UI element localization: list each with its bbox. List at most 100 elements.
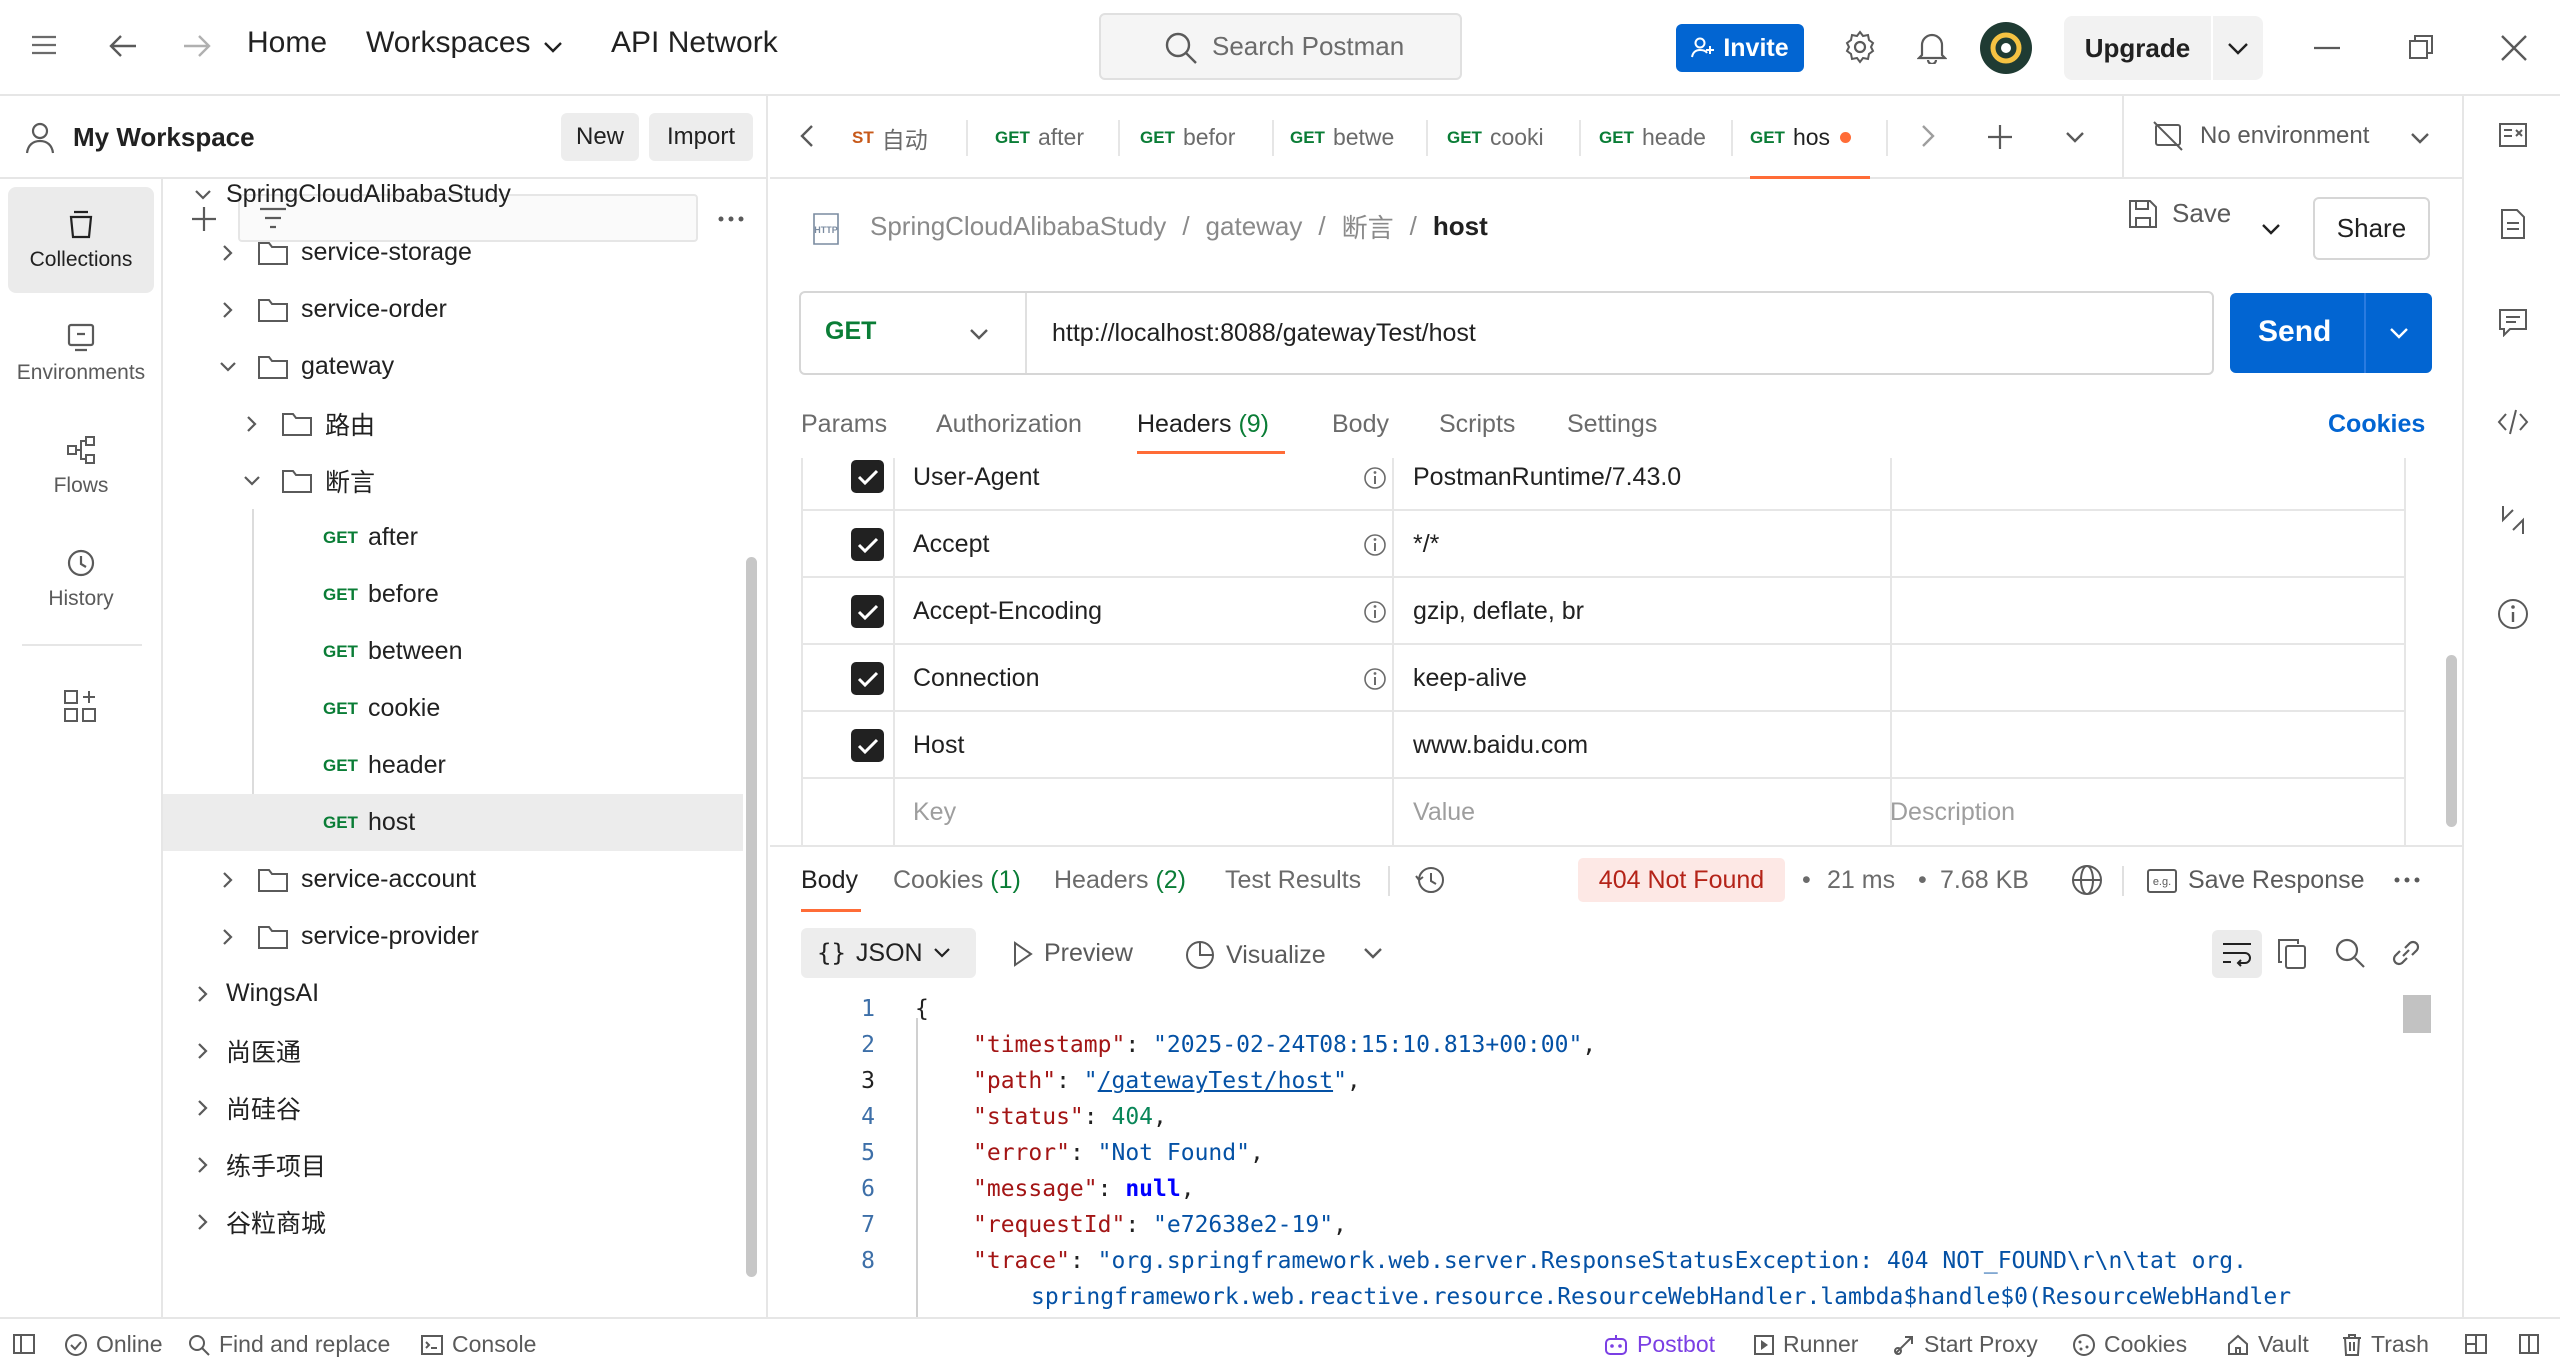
search-input[interactable]: Search Postman: [1099, 13, 1462, 80]
upgrade-button[interactable]: Upgrade: [2064, 16, 2211, 80]
response-time[interactable]: 21 ms: [1827, 866, 1895, 895]
json-link-value[interactable]: /gatewayTest/host: [1098, 1068, 1333, 1094]
send-dropdown-icon[interactable]: [2389, 326, 2409, 340]
toggle-sidebar-icon[interactable]: [12, 1333, 36, 1355]
info-icon[interactable]: [1363, 600, 1387, 624]
help-icon[interactable]: [2518, 1333, 2540, 1355]
rail-flows[interactable]: Flows: [8, 413, 154, 519]
home-link[interactable]: Home: [247, 26, 327, 60]
new-button[interactable]: New: [561, 113, 639, 161]
response-tab-cookies[interactable]: Cookies (1): [893, 866, 1021, 895]
minimize-window-icon[interactable]: [2314, 46, 2340, 50]
workspaces-menu[interactable]: Workspaces: [366, 26, 531, 60]
vault-button[interactable]: Vault: [2226, 1331, 2309, 1358]
tab-request[interactable]: GET betwe: [1290, 96, 1408, 179]
documentation-icon[interactable]: [2500, 208, 2526, 240]
tree-request-before[interactable]: GET before: [163, 566, 743, 623]
breadcrumb-collection[interactable]: SpringCloudAlibabaStudy: [870, 211, 1166, 242]
workspaces-chevron-icon[interactable]: [543, 40, 563, 54]
code-icon[interactable]: [2497, 408, 2529, 436]
api-network-link[interactable]: API Network: [611, 26, 778, 60]
tab-scripts[interactable]: Scripts: [1439, 410, 1515, 439]
save-dropdown-icon[interactable]: [2261, 222, 2281, 236]
header-key[interactable]: Connection: [913, 645, 1039, 712]
breadcrumb-folder[interactable]: 断言: [1342, 208, 1394, 245]
tree-collection[interactable]: 尚硅谷: [163, 1079, 743, 1136]
editor-minimap-thumb[interactable]: [2403, 995, 2431, 1033]
close-window-icon[interactable]: [2500, 34, 2528, 62]
tree-folder-gateway[interactable]: gateway: [163, 338, 743, 395]
tree-folder-predicates[interactable]: 断言: [163, 452, 743, 509]
preview-button[interactable]: Preview: [1012, 939, 1133, 968]
header-value[interactable]: www.baidu.com: [1413, 712, 1588, 779]
info-icon[interactable]: [1363, 466, 1387, 490]
notifications-bell-icon[interactable]: [1917, 30, 1947, 64]
tree-folder-service-account[interactable]: service-account: [163, 851, 743, 908]
tree-folder-service-provider[interactable]: service-provider: [163, 908, 743, 965]
cookies-button[interactable]: Cookies: [2072, 1331, 2187, 1358]
tree-folder-routes[interactable]: 路由: [163, 395, 743, 452]
tab-headers[interactable]: Headers (9): [1137, 410, 1269, 439]
tab-request[interactable]: ST 自动: [852, 96, 978, 179]
header-key[interactable]: Accept: [913, 511, 989, 578]
import-button[interactable]: Import: [649, 113, 753, 161]
tree-collection[interactable]: WingsAI: [163, 965, 743, 1022]
tabs-scroll-right-icon[interactable]: [1921, 124, 1935, 148]
start-proxy-button[interactable]: Start Proxy: [1892, 1331, 2038, 1358]
tree-collection[interactable]: 练手项目: [163, 1136, 743, 1193]
settings-gear-icon[interactable]: [1843, 30, 1877, 64]
header-checkbox[interactable]: [851, 662, 884, 695]
avatar[interactable]: [1980, 22, 2032, 74]
tree-collection-root[interactable]: SpringCloudAlibabaStudy: [163, 179, 743, 223]
info-icon[interactable]: [2497, 598, 2529, 630]
tree-folder-service-order[interactable]: service-order: [163, 281, 743, 338]
two-pane-view-icon[interactable]: [2464, 1333, 2488, 1355]
save-button[interactable]: Save: [2128, 198, 2231, 229]
url-input[interactable]: http://localhost:8088/gatewayTest/host: [1052, 319, 1476, 348]
header-checkbox[interactable]: [851, 528, 884, 561]
tab-params[interactable]: Params: [801, 410, 887, 439]
header-value[interactable]: */*: [1413, 511, 1439, 578]
header-value[interactable]: gzip, deflate, br: [1413, 578, 1584, 645]
copy-icon[interactable]: [2277, 938, 2307, 970]
tab-request[interactable]: GET befor: [1140, 96, 1260, 179]
tree-collection[interactable]: 谷粒商城: [163, 1193, 743, 1250]
back-arrow-icon[interactable]: [108, 32, 138, 60]
forward-arrow-icon[interactable]: [182, 32, 212, 60]
tree-request-header[interactable]: GET header: [163, 737, 743, 794]
tab-request-active[interactable]: GET hos: [1750, 96, 1870, 179]
tab-body[interactable]: Body: [1332, 410, 1389, 439]
response-tab-body[interactable]: Body: [801, 866, 858, 895]
invite-button[interactable]: Invite: [1676, 24, 1804, 72]
tabs-scroll-left-icon[interactable]: [800, 124, 814, 148]
method-chevron-icon[interactable]: [969, 327, 989, 341]
response-history-icon[interactable]: [1414, 864, 1446, 896]
runner-button[interactable]: Runner: [1753, 1331, 1858, 1358]
visualize-dropdown-icon[interactable]: [1363, 946, 1383, 960]
trash-button[interactable]: Trash: [2341, 1331, 2429, 1358]
response-tab-headers[interactable]: Headers (2): [1054, 866, 1186, 895]
find-replace-button[interactable]: Find and replace: [187, 1331, 390, 1358]
method-select[interactable]: GET: [825, 317, 876, 346]
tree-folder-service-storage[interactable]: service-storage: [163, 224, 743, 281]
comments-icon[interactable]: [2498, 307, 2528, 337]
upgrade-dropdown[interactable]: [2213, 16, 2263, 80]
restore-window-icon[interactable]: [2408, 34, 2434, 60]
related-collections-icon[interactable]: [2499, 504, 2527, 536]
share-button[interactable]: Share: [2313, 197, 2430, 260]
breadcrumb-folder[interactable]: gateway: [1206, 211, 1303, 242]
header-checkbox[interactable]: [851, 729, 884, 762]
tab-request[interactable]: GET heade: [1599, 96, 1717, 179]
key-placeholder[interactable]: Key: [913, 779, 956, 845]
tree-request-after[interactable]: GET after: [163, 509, 743, 566]
tab-settings[interactable]: Settings: [1567, 410, 1657, 439]
info-icon[interactable]: [1363, 667, 1387, 691]
tab-request[interactable]: GET cooki: [1447, 96, 1567, 179]
new-tab-plus-icon[interactable]: [1987, 124, 2013, 150]
rail-collections[interactable]: Collections: [8, 187, 154, 293]
tree-request-host[interactable]: GET host: [163, 794, 743, 851]
search-icon[interactable]: [2334, 937, 2366, 969]
header-key[interactable]: Host: [913, 712, 964, 779]
rail-environments[interactable]: Environments: [8, 300, 154, 406]
description-placeholder[interactable]: Description: [1890, 779, 2015, 845]
